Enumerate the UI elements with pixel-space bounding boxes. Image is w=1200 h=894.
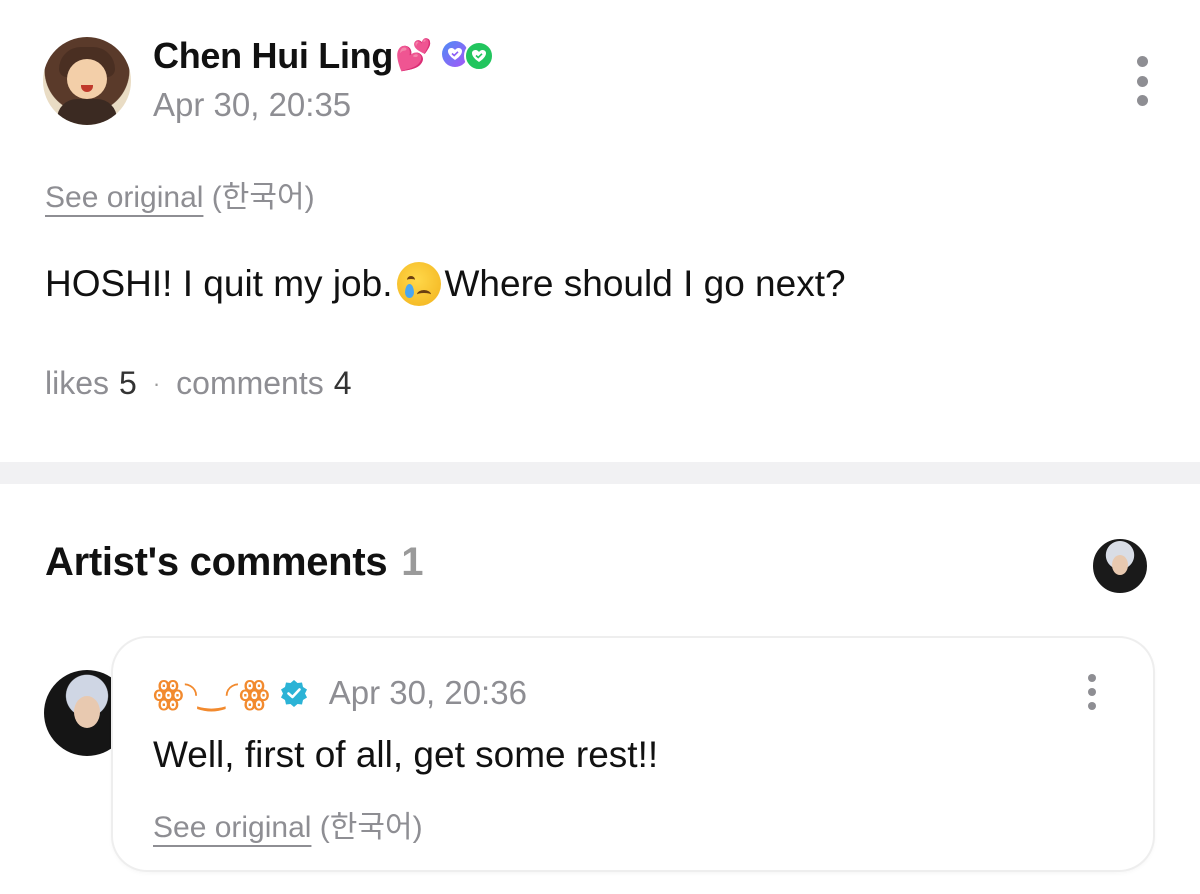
likes-count: 5 bbox=[119, 365, 137, 401]
see-original-link[interactable]: See original bbox=[45, 181, 203, 214]
post-text-part-1: HOSHI! I quit my job. bbox=[45, 263, 393, 304]
likes-label[interactable]: likes bbox=[45, 365, 109, 402]
comment-author-name[interactable]: ꙮ◝‿◜ꙮ bbox=[153, 674, 271, 712]
crying-face-icon bbox=[396, 262, 441, 306]
comment-more-options-icon[interactable] bbox=[1085, 674, 1099, 710]
post-stats: likes 5 · comments 4 bbox=[45, 365, 352, 402]
artist-comment-card: ꙮ◝‿◜ꙮ Apr 30, 20:36 Well, first of all, … bbox=[113, 638, 1153, 870]
comments-label[interactable]: comments bbox=[176, 365, 324, 402]
two-hearts-icon: 💕 bbox=[395, 39, 433, 72]
original-language: (한국어) bbox=[211, 181, 315, 214]
comment-see-original-link[interactable]: See original bbox=[153, 811, 311, 844]
membership-badges bbox=[442, 41, 495, 71]
artist-comments-title: Artist's comments bbox=[45, 540, 388, 584]
section-divider bbox=[0, 462, 1200, 484]
artist-comments-count: 1 bbox=[401, 540, 424, 584]
heart-check-icon bbox=[464, 41, 495, 71]
comment-timestamp: Apr 30, 20:36 bbox=[328, 674, 527, 711]
verified-check-icon bbox=[280, 680, 307, 707]
post-text-part-2: Where should I go next? bbox=[444, 263, 846, 304]
artist-comments-header: Artist's comments 1 bbox=[45, 540, 424, 585]
post-body: HOSHI! I quit my job. Where should I go … bbox=[45, 262, 846, 306]
author-avatar[interactable] bbox=[43, 37, 131, 125]
artist-avatar-small[interactable] bbox=[1091, 537, 1149, 595]
comment-see-original-row: See original (한국어) bbox=[153, 802, 423, 846]
comment-original-language: (한국어) bbox=[319, 811, 423, 844]
comment-body: Well, first of all, get some rest!! bbox=[153, 734, 659, 775]
more-options-icon[interactable] bbox=[1134, 56, 1150, 106]
author-name[interactable]: Chen Hui Ling bbox=[153, 35, 393, 77]
see-original-row: See original (한국어) bbox=[45, 172, 315, 216]
post: Chen Hui Ling 💕 Apr 30, 20:35 See origin… bbox=[0, 0, 1200, 462]
comments-count: 4 bbox=[333, 365, 352, 401]
comment-header: ꙮ◝‿◜ꙮ Apr 30, 20:36 bbox=[153, 674, 527, 712]
author-name-row: Chen Hui Ling 💕 bbox=[153, 34, 495, 78]
stats-separator: · bbox=[152, 370, 161, 396]
post-timestamp: Apr 30, 20:35 bbox=[153, 86, 352, 123]
